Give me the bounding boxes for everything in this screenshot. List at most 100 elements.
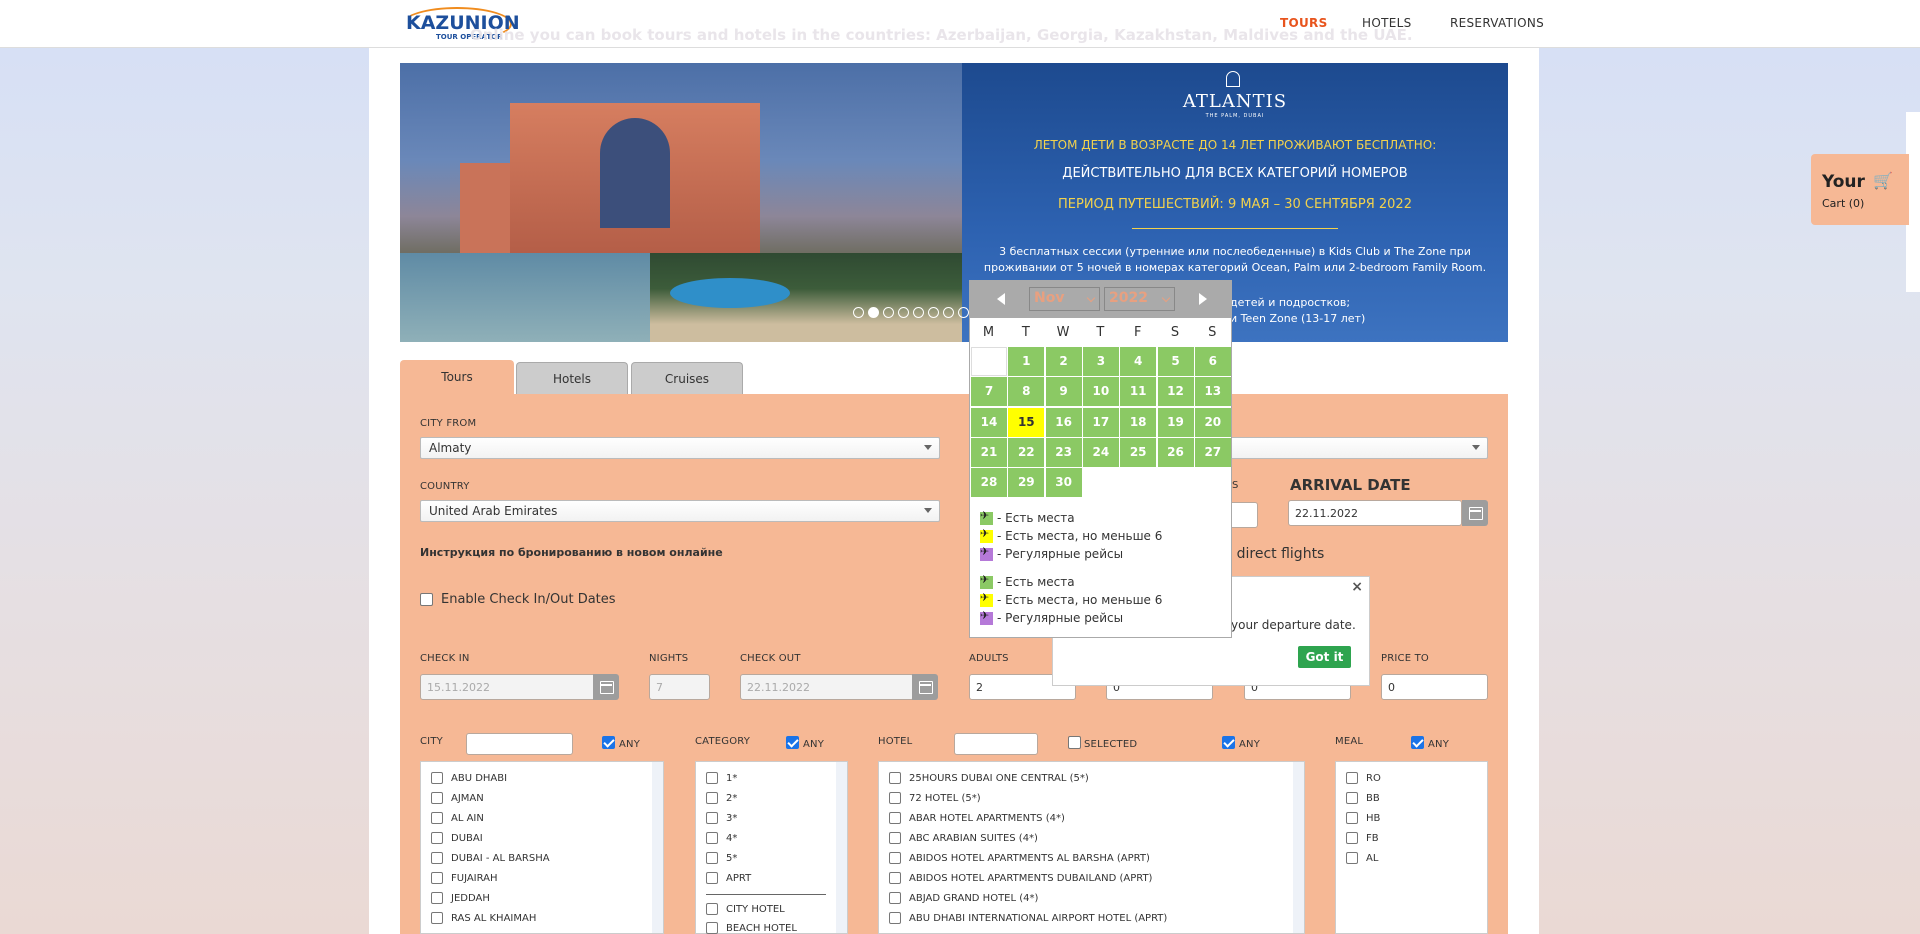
calendar-day[interactable]: 9 xyxy=(1045,377,1082,407)
list-item-checkbox[interactable] xyxy=(706,852,718,864)
calendar-day[interactable]: 23 xyxy=(1045,437,1082,467)
list-item-checkbox[interactable] xyxy=(706,772,718,784)
calendar-day[interactable]: 25 xyxy=(1120,437,1157,467)
check-in-input[interactable]: 15.11.2022 xyxy=(420,674,596,700)
list-item[interactable]: ABU DHABI INTERNATIONAL AIRPORT HOTEL (A… xyxy=(889,912,1167,924)
next-month-icon[interactable] xyxy=(1199,293,1207,305)
list-item[interactable]: ABJAD GRAND HOTEL (4*) xyxy=(889,892,1038,904)
calendar-day[interactable]: 15 xyxy=(1008,407,1045,437)
list-item[interactable]: RAS AL KHAIMAH xyxy=(431,912,536,924)
list-item-checkbox[interactable] xyxy=(431,852,443,864)
calendar-day[interactable]: 17 xyxy=(1082,407,1119,437)
list-item[interactable]: 72 HOTEL (5*) xyxy=(889,792,981,804)
list-item[interactable]: 4* xyxy=(706,832,737,844)
calendar-day[interactable]: 14 xyxy=(971,407,1007,437)
list-item[interactable]: APRT xyxy=(706,872,751,884)
close-icon[interactable]: × xyxy=(1351,579,1363,595)
list-item-checkbox[interactable] xyxy=(889,872,901,884)
list-item-checkbox[interactable] xyxy=(431,792,443,804)
tab-tours[interactable]: Tours xyxy=(400,360,514,394)
promo-banner[interactable]: ATLANTIS THE PALM, DUBAI ЛЕТОМ ДЕТИ В ВО… xyxy=(400,63,1508,342)
calendar-day[interactable]: 29 xyxy=(1008,468,1045,498)
slider-dot[interactable] xyxy=(853,307,864,318)
calendar-day[interactable]: 7 xyxy=(971,377,1007,407)
list-item[interactable]: ABU DHABI xyxy=(431,772,507,784)
nav-reservations[interactable]: RESERVATIONS xyxy=(1450,16,1544,30)
list-item[interactable]: ABIDOS HOTEL APARTMENTS AL BARSHA (APRT) xyxy=(889,852,1150,864)
list-item-checkbox[interactable] xyxy=(1346,792,1358,804)
list-item[interactable]: ABC ARABIAN SUITES (4*) xyxy=(889,832,1038,844)
list-item-checkbox[interactable] xyxy=(1346,832,1358,844)
list-item-checkbox[interactable] xyxy=(706,903,718,915)
list-item[interactable]: 25HOURS DUBAI ONE CENTRAL (5*) xyxy=(889,772,1089,784)
list-item[interactable]: BEACH HOTEL xyxy=(706,922,797,934)
list-item-checkbox[interactable] xyxy=(889,912,901,924)
list-item-checkbox[interactable] xyxy=(1346,852,1358,864)
list-item-checkbox[interactable] xyxy=(431,832,443,844)
list-item[interactable]: ABIDOS HOTEL APARTMENTS DUBAILAND (APRT) xyxy=(889,872,1152,884)
month-select[interactable]: Nov xyxy=(1029,287,1100,311)
nights-input[interactable]: 7 xyxy=(649,674,710,700)
city-from-select[interactable]: Almaty xyxy=(420,437,940,459)
list-item[interactable]: FB xyxy=(1346,832,1379,844)
slider-dot[interactable] xyxy=(958,307,969,318)
list-item[interactable]: HB xyxy=(1346,812,1380,824)
hotel-selected-checkbox[interactable] xyxy=(1068,736,1081,749)
list-item[interactable]: BB xyxy=(1346,792,1380,804)
list-item[interactable]: 1* xyxy=(706,772,737,784)
calendar-day[interactable]: 6 xyxy=(1194,347,1231,376)
meal-any-checkbox[interactable] xyxy=(1411,736,1424,749)
list-item-checkbox[interactable] xyxy=(431,872,443,884)
cart-widget[interactable]: Your 🛒 Cart (0) xyxy=(1811,154,1909,225)
direct-flights-label[interactable]: ly direct flights xyxy=(1220,546,1324,562)
hotel-list-scrollbar[interactable] xyxy=(1293,762,1304,933)
list-item-checkbox[interactable] xyxy=(706,812,718,824)
calendar-day[interactable]: 5 xyxy=(1157,347,1194,376)
tab-cruises[interactable]: Cruises xyxy=(631,362,743,394)
list-item[interactable]: DUBAI - AL BARSHA xyxy=(431,852,550,864)
list-item-checkbox[interactable] xyxy=(431,812,443,824)
calendar-day[interactable]: 26 xyxy=(1157,437,1194,467)
calendar-day[interactable]: 24 xyxy=(1082,437,1119,467)
check-out-calendar-icon[interactable] xyxy=(912,674,938,700)
category-list-scrollbar[interactable] xyxy=(836,762,847,933)
enable-dates-label[interactable]: Enable Check In/Out Dates xyxy=(441,592,616,607)
list-item-checkbox[interactable] xyxy=(1346,812,1358,824)
calendar-day[interactable]: 12 xyxy=(1157,377,1194,407)
list-item[interactable]: AL xyxy=(1346,852,1378,864)
calendar-day[interactable]: 2 xyxy=(1045,347,1082,376)
calendar-day[interactable]: 4 xyxy=(1120,347,1157,376)
calendar-day[interactable]: 3 xyxy=(1082,347,1119,376)
calendar-day[interactable]: 28 xyxy=(971,468,1007,498)
calendar-day[interactable]: 8 xyxy=(1008,377,1045,407)
list-item-checkbox[interactable] xyxy=(889,852,901,864)
list-item-checkbox[interactable] xyxy=(889,772,901,784)
slider-dot[interactable] xyxy=(898,307,909,318)
list-item-checkbox[interactable] xyxy=(706,922,718,934)
city-any-checkbox[interactable] xyxy=(602,736,615,749)
list-item-checkbox[interactable] xyxy=(889,792,901,804)
arrival-calendar-icon[interactable] xyxy=(1462,500,1488,526)
price-to-input[interactable]: 0 xyxy=(1381,674,1488,700)
list-item[interactable]: 2* xyxy=(706,792,737,804)
list-item[interactable]: JEDDAH xyxy=(431,892,490,904)
list-item-checkbox[interactable] xyxy=(889,812,901,824)
calendar-day[interactable]: 30 xyxy=(1045,468,1082,498)
slider-dot[interactable] xyxy=(868,307,879,318)
enable-dates-checkbox[interactable] xyxy=(420,593,433,606)
list-item[interactable]: CITY HOTEL xyxy=(706,903,785,915)
list-item[interactable]: DUBAI xyxy=(431,832,483,844)
list-item[interactable]: ABAR HOTEL APARTMENTS (4*) xyxy=(889,812,1065,824)
slider-dot[interactable] xyxy=(913,307,924,318)
calendar-day[interactable]: 21 xyxy=(971,437,1007,467)
hotel-any-checkbox[interactable] xyxy=(1222,736,1235,749)
check-in-calendar-icon[interactable] xyxy=(593,674,619,700)
city-filter-search[interactable] xyxy=(466,733,573,755)
city-list-scrollbar[interactable] xyxy=(652,762,663,933)
arrival-date-input[interactable]: 22.11.2022 xyxy=(1288,500,1462,526)
calendar-day[interactable]: 16 xyxy=(1045,407,1082,437)
list-item-checkbox[interactable] xyxy=(706,792,718,804)
list-item-checkbox[interactable] xyxy=(706,872,718,884)
slider-dot[interactable] xyxy=(943,307,954,318)
list-item[interactable]: FUJAIRAH xyxy=(431,872,498,884)
